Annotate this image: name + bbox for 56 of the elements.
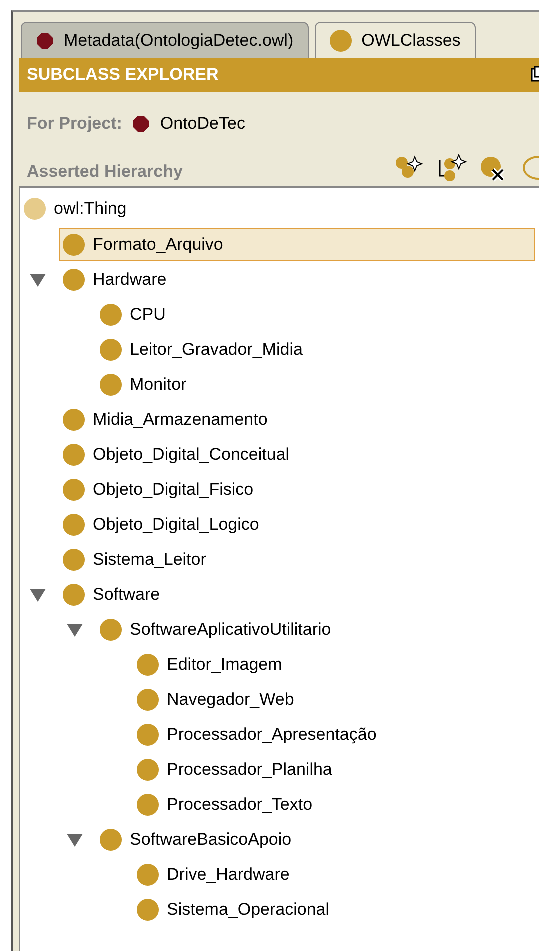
tree-item[interactable]: SoftwareBasicoApoio bbox=[96, 823, 295, 856]
tab[interactable]: OWLClasses bbox=[314, 22, 476, 58]
circle-icon bbox=[62, 512, 86, 536]
expanded-triangle-icon[interactable] bbox=[30, 588, 46, 602]
project-name: OntoDeTec bbox=[160, 114, 246, 134]
tree-item[interactable]: Navegador_Web bbox=[133, 683, 298, 716]
tree-item[interactable]: Sistema_Leitor bbox=[59, 543, 210, 576]
circle-icon bbox=[62, 268, 86, 292]
circle-icon bbox=[99, 618, 123, 642]
circle-icon bbox=[136, 652, 160, 676]
circle-icon bbox=[99, 372, 123, 396]
circle-icon bbox=[136, 792, 160, 816]
circle-icon bbox=[62, 408, 86, 432]
hexagon-icon bbox=[36, 32, 54, 50]
circle-icon bbox=[62, 478, 86, 502]
tree-item[interactable]: Monitor bbox=[96, 368, 190, 401]
circle-icon bbox=[330, 30, 352, 52]
tree-item[interactable]: Software bbox=[59, 578, 164, 611]
circle-icon bbox=[62, 582, 86, 606]
circle-icon bbox=[62, 442, 86, 466]
hexagon-icon bbox=[132, 115, 150, 133]
tab[interactable]: Metadata(OntologiaDetec.owl) bbox=[21, 22, 309, 58]
tree-item[interactable]: Objeto_Digital_Conceitual bbox=[59, 438, 293, 471]
tree-item[interactable]: Objeto_Digital_Fisico bbox=[59, 473, 257, 506]
circle-icon bbox=[136, 898, 160, 922]
circle-icon bbox=[136, 862, 160, 886]
expanded-triangle-icon[interactable] bbox=[67, 622, 83, 636]
tree-item[interactable]: Sistema_Operacional bbox=[133, 893, 333, 926]
tree-item[interactable]: Hardware bbox=[59, 263, 170, 296]
tree-item[interactable]: CPU bbox=[96, 298, 169, 331]
tree-item[interactable]: Processador_Planilha bbox=[133, 753, 336, 786]
tree-item[interactable]: Leitor_Gravador_Midia bbox=[96, 333, 306, 366]
circle-icon bbox=[62, 548, 86, 572]
circle-icon bbox=[99, 828, 123, 852]
circle-icon bbox=[136, 722, 160, 746]
tree-item[interactable]: Formato_Arquivo bbox=[59, 228, 535, 261]
circle-icon bbox=[99, 338, 123, 362]
tree-item[interactable]: owl:Thing bbox=[20, 190, 539, 227]
hierarchy-label: Asserted Hierarchy bbox=[27, 162, 183, 182]
project-label: For Project: bbox=[27, 114, 122, 134]
tree-item[interactable]: SoftwareAplicativoUtilitario bbox=[96, 613, 334, 646]
tree-item[interactable]: Midia_Armazenamento bbox=[59, 403, 271, 436]
tree-item[interactable]: Processador_Texto bbox=[133, 788, 316, 821]
circle-icon bbox=[99, 302, 123, 326]
tree-item[interactable]: Editor_Imagem bbox=[133, 648, 286, 681]
tree-item[interactable]: Objeto_Digital_Logico bbox=[59, 508, 262, 541]
circle-icon bbox=[62, 232, 86, 256]
expanded-triangle-icon[interactable] bbox=[30, 272, 46, 286]
circle-icon bbox=[23, 196, 47, 220]
tree-item[interactable]: Processador_Apresentação bbox=[133, 718, 380, 751]
add-subclass-icon[interactable] bbox=[437, 154, 467, 182]
panel-title: SUBCLASS EXPLORER bbox=[27, 65, 219, 85]
circle-icon bbox=[136, 758, 160, 782]
tree-item[interactable]: Drive_Hardware bbox=[133, 858, 293, 891]
expanded-triangle-icon[interactable] bbox=[67, 832, 83, 846]
circle-icon bbox=[136, 688, 160, 712]
